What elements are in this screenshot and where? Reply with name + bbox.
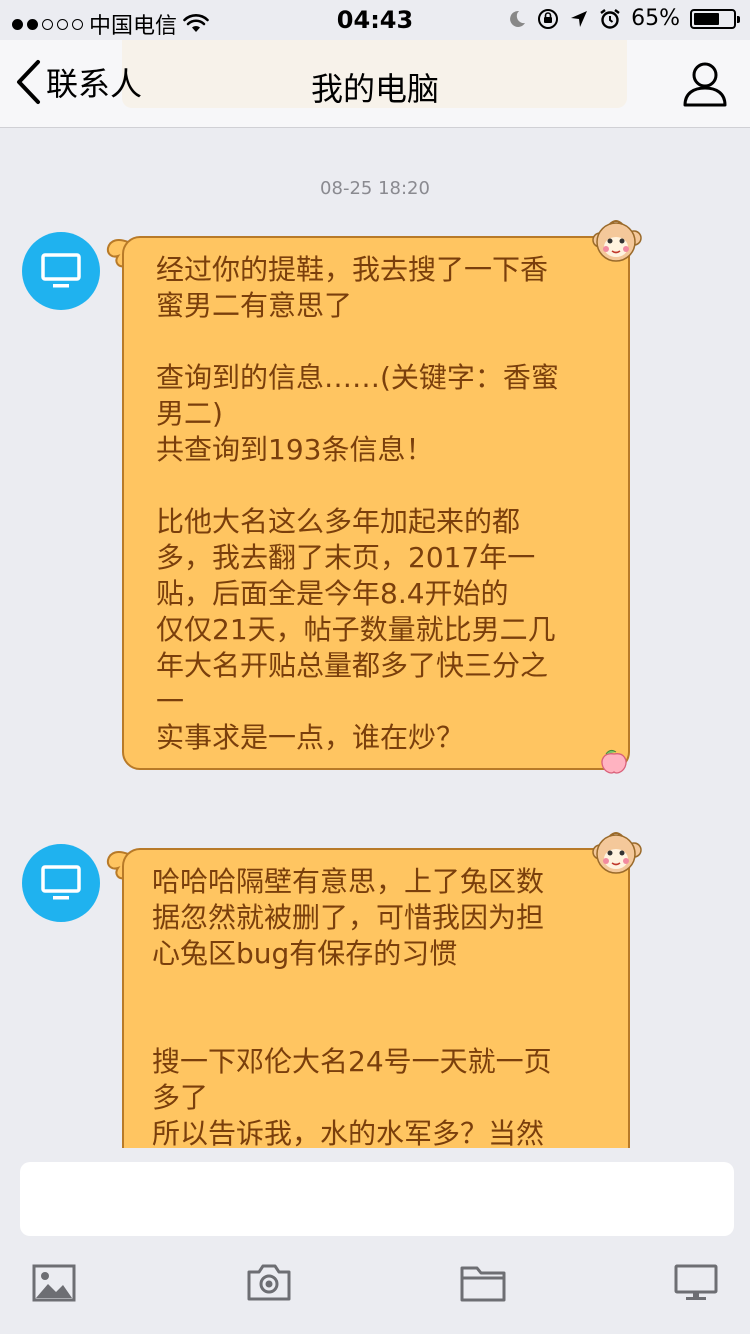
sender-avatar[interactable]	[22, 232, 100, 310]
rotation-lock-icon	[538, 8, 559, 29]
input-area	[0, 1148, 750, 1334]
computer-button[interactable]	[674, 1264, 718, 1306]
page-title: 我的电脑	[310, 70, 439, 108]
person-icon	[683, 62, 727, 107]
message-bubble[interactable]: 经过你的提鞋，我去搜了一下香 蜜男二有意思了查询到的信息……(关键字：香蜜 男二) 共…	[122, 236, 630, 770]
computer-monitor-icon	[41, 865, 81, 900]
message-line: 经过你的提鞋，我去搜了一下香	[156, 253, 549, 286]
navigation-bar: 联系人 我的电脑	[0, 40, 750, 128]
camera-icon	[247, 1264, 291, 1301]
battery-icon	[690, 8, 740, 29]
message-input[interactable]	[20, 1162, 734, 1236]
image-button[interactable]	[32, 1264, 76, 1306]
profile-button[interactable]	[682, 60, 728, 112]
folder-icon	[460, 1266, 506, 1302]
location-arrow-icon	[571, 10, 588, 27]
message-line: 据忽然就被删了，可惜我因为担	[152, 901, 545, 934]
image-icon	[32, 1264, 76, 1302]
message-line: 所以告诉我，水的水军多？当然	[152, 1117, 545, 1150]
status-bar: 中国电信 04:43 65%	[0, 0, 750, 40]
alarm-icon	[600, 8, 620, 29]
message-timestamp: 08-25 18:20	[320, 178, 430, 199]
message-line: 多了	[152, 1081, 209, 1114]
moon-icon	[510, 10, 526, 27]
message-bubble[interactable]: 哈哈哈隔壁有意思，上了兔区数 据忽然就被删了，可惜我因为担 心兔区bug有保存的习惯…	[122, 848, 630, 1168]
message-line: 搜一下邓伦大名24号一天就一页	[152, 1045, 552, 1078]
computer-monitor-icon	[674, 1264, 718, 1300]
message-line: 实事求是一点，谁在炒？	[156, 721, 465, 754]
folder-button[interactable]	[460, 1264, 506, 1306]
computer-monitor-icon	[41, 253, 81, 288]
message-line: 查询到的信息……(关键字：香蜜	[156, 361, 559, 394]
monkey-sticker-icon	[592, 832, 642, 874]
message-line: 年大名开贴总量都多了快三分之	[156, 649, 549, 682]
message-line: 共查询到193条信息！	[156, 433, 434, 466]
message-line: 仅仅21天，帖子数量就比男二几	[156, 613, 556, 646]
message-line: 哈哈哈隔壁有意思，上了兔区数	[152, 865, 545, 898]
message-line: 一	[156, 685, 185, 718]
message-line: 男二)	[156, 397, 223, 430]
message-line: 蜜男二有意思了	[156, 289, 353, 322]
message-line: 比他大名这么多年加起来的都	[156, 505, 521, 538]
message-text: 哈哈哈隔壁有意思，上了兔区数 据忽然就被删了，可惜我因为担 心兔区bug有保存的习惯…	[152, 864, 606, 1152]
message-line: 多，我去翻了末页，2017年一	[156, 541, 536, 574]
message-text: 经过你的提鞋，我去搜了一下香 蜜男二有意思了查询到的信息……(关键字：香蜜 男二) 共…	[156, 252, 606, 756]
sender-avatar[interactable]	[22, 844, 100, 922]
message-line: 心兔区bug有保存的习惯	[152, 937, 458, 970]
battery-percent: 65%	[631, 6, 680, 31]
camera-button[interactable]	[246, 1262, 292, 1306]
monkey-sticker-icon	[592, 220, 642, 262]
message-line: 贴，后面全是今年8.4开始的	[156, 577, 509, 610]
peach-sticker-icon	[601, 749, 627, 774]
